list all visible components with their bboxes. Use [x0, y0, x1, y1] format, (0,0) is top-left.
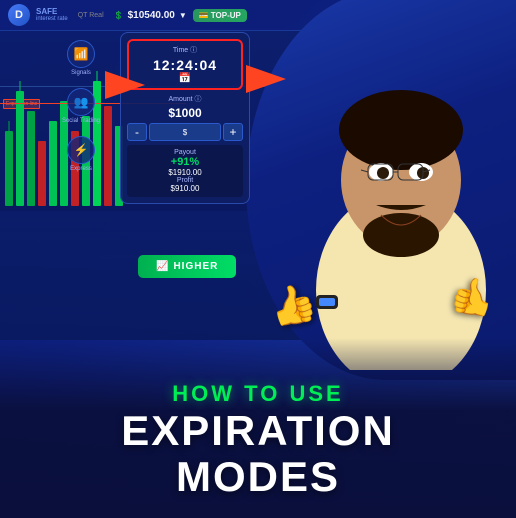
balance-area: 💲 $10540.00 ▼: [114, 10, 187, 21]
plus-button[interactable]: +: [223, 123, 243, 141]
express-icon-item[interactable]: ⚡ Express: [67, 136, 95, 172]
profit-amount: $910.00: [131, 184, 239, 193]
payout-label: Payout: [131, 149, 239, 156]
amount-section: Amount ⓘ $1000 - $ +: [127, 94, 243, 141]
expiration-text: EXPIRATION MODES: [121, 408, 395, 500]
topup-button[interactable]: 💳 TOP-UP: [193, 9, 247, 22]
payout-section: Payout +91% $1910.00 Profit $910.00: [127, 145, 243, 197]
minus-button[interactable]: -: [127, 123, 147, 141]
balance-arrow: ▼: [179, 11, 187, 20]
express-label: Express: [70, 166, 92, 172]
balance-text: $10540.00: [128, 10, 175, 21]
social-trading-label: Social Trading: [62, 118, 100, 124]
time-icon: 📅: [133, 73, 237, 84]
topup-label: TOP-UP: [211, 11, 241, 20]
arrow-left-icon: [105, 65, 145, 99]
bottom-text-area: HOW TO USE EXPIRATION MODES: [0, 338, 516, 518]
main-container: D SAFE interest rate QT Real 💲 $10540.00…: [0, 0, 516, 518]
safe-label: SAFE: [36, 8, 68, 16]
social-trading-icon: 👥: [67, 88, 95, 116]
profit-label: Profit: [131, 177, 239, 184]
higher-icon: 📈: [156, 261, 169, 272]
interest-rate-label: interest rate: [36, 16, 68, 22]
amount-controls: - $ +: [127, 123, 243, 141]
trading-panel: Time ⓘ 12:24:04 📅 Amount ⓘ $1000 - $ + P…: [120, 32, 250, 204]
how-to-use-text: HOW TO USE: [172, 381, 343, 407]
higher-label: HIGHER: [173, 261, 218, 272]
topup-icon: 💳: [199, 11, 209, 20]
sidebar-right: 📶 Signals 👥 Social Trading ⚡ Express: [62, 40, 100, 172]
higher-button[interactable]: 📈 HIGHER: [138, 255, 236, 278]
qt-real-label: QT Real: [78, 12, 104, 19]
time-display: 12:24:04: [133, 57, 237, 73]
arrow-right-icon: [246, 65, 286, 99]
currency-button[interactable]: $: [149, 123, 221, 141]
signals-icon-item[interactable]: 📶 Signals: [67, 40, 95, 76]
time-label: Time ⓘ: [133, 45, 237, 55]
modes-word: MODES: [176, 453, 340, 500]
express-icon: ⚡: [67, 136, 95, 164]
amount-display: $1000: [127, 106, 243, 120]
social-trading-icon-item[interactable]: 👥 Social Trading: [62, 88, 100, 124]
app-logo: D: [8, 4, 30, 26]
payout-amount: $1910.00: [131, 168, 239, 177]
expiration-word: EXPIRATION: [121, 407, 395, 454]
payout-percent: +91%: [131, 156, 239, 168]
signals-label: Signals: [71, 70, 91, 76]
signals-icon: 📶: [67, 40, 95, 68]
